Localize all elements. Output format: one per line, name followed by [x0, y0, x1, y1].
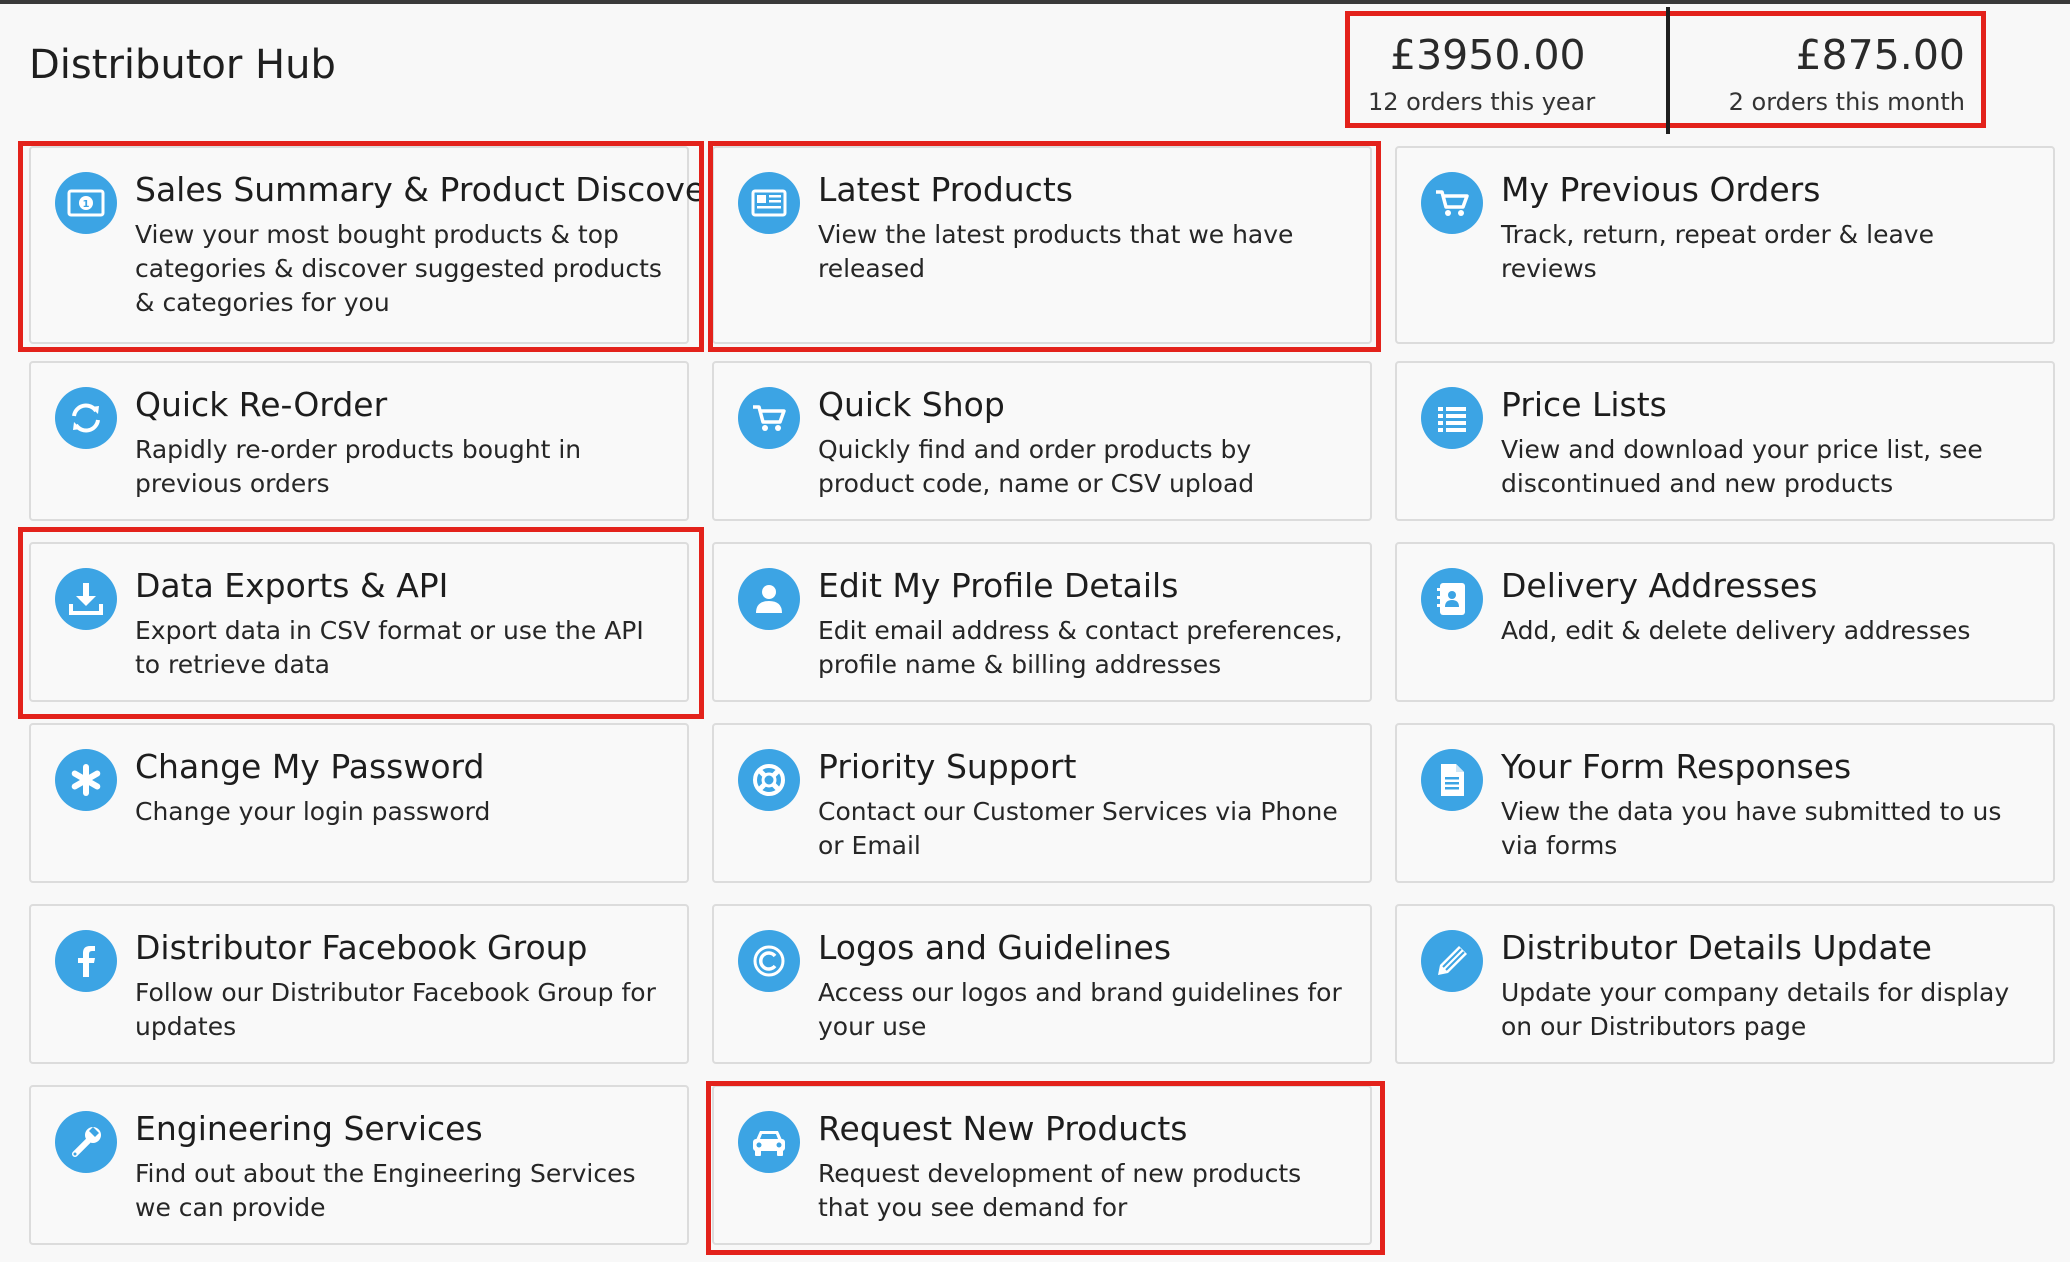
card-delivery-addresses[interactable]: Delivery Addresses Add, edit & delete de…	[1395, 542, 2055, 702]
order-stats: £3950.00 12 orders this year £875.00 2 o…	[1345, 7, 1986, 134]
card-logos-guidelines[interactable]: Logos and Guidelines Access our logos an…	[712, 904, 1372, 1064]
card-description: Access our logos and brand guidelines fo…	[818, 978, 1342, 1041]
card-quick-reorder[interactable]: Quick Re-Order Rapidly re-order products…	[29, 361, 689, 521]
card-description: Request development of new products that…	[818, 1159, 1302, 1222]
card-title: Change My Password	[135, 747, 485, 786]
card-description: View your most bought products & top cat…	[135, 220, 662, 317]
card-description: View and download your price list, see d…	[1501, 435, 1983, 498]
address-book-icon	[1421, 568, 1483, 630]
stat-year: £3950.00 12 orders this year	[1350, 16, 1670, 123]
wrench-icon	[55, 1111, 117, 1173]
card-title: Edit My Profile Details	[818, 566, 1179, 605]
card-title: Data Exports & API	[135, 566, 449, 605]
card-title: Delivery Addresses	[1501, 566, 1818, 605]
card-data-exports[interactable]: Data Exports & API Export data in CSV fo…	[29, 542, 689, 702]
card-change-password[interactable]: Change My Password Change your login pas…	[29, 723, 689, 883]
money-icon: 1	[55, 172, 117, 234]
card-title: Distributor Facebook Group	[135, 928, 588, 967]
card-description: Quickly find and order products by produ…	[818, 435, 1255, 498]
stat-month-label: 2 orders this month	[1728, 88, 1965, 116]
card-description: Follow our Distributor Facebook Group fo…	[135, 978, 656, 1041]
card-description: View the latest products that we have re…	[818, 220, 1294, 283]
card-title: Priority Support	[818, 747, 1077, 786]
card-title: Price Lists	[1501, 385, 1667, 424]
card-title: Quick Re-Order	[135, 385, 388, 424]
cart-icon	[738, 387, 800, 449]
card-edit-profile[interactable]: Edit My Profile Details Edit email addre…	[712, 542, 1372, 702]
user-icon	[738, 568, 800, 630]
card-title: Your Form Responses	[1501, 747, 1852, 786]
document-icon	[1421, 749, 1483, 811]
card-description: Change your login password	[135, 797, 491, 826]
page-title: Distributor Hub	[29, 42, 336, 88]
card-title: Quick Shop	[818, 385, 1005, 424]
stat-month: £875.00 2 orders this month	[1670, 16, 1981, 123]
card-previous-orders[interactable]: My Previous Orders Track, return, repeat…	[1395, 146, 2055, 344]
top-border	[0, 0, 2070, 4]
card-form-responses[interactable]: Your Form Responses View the data you ha…	[1395, 723, 2055, 883]
card-request-new-products[interactable]: Request New Products Request development…	[712, 1085, 1372, 1245]
list-icon	[1421, 387, 1483, 449]
card-description: Edit email address & contact preferences…	[818, 616, 1343, 679]
newspaper-icon	[738, 172, 800, 234]
card-sales-summary[interactable]: 1 Sales Summary & Product Discovery View…	[29, 146, 739, 344]
card-facebook-group[interactable]: Distributor Facebook Group Follow our Di…	[29, 904, 689, 1064]
card-engineering-services[interactable]: Engineering Services Find out about the …	[29, 1085, 689, 1245]
card-price-lists[interactable]: Price Lists View and download your price…	[1395, 361, 2055, 521]
card-title: Engineering Services	[135, 1109, 483, 1148]
card-title: Sales Summary & Product Discovery	[135, 170, 739, 209]
card-priority-support[interactable]: Priority Support Contact our Customer Se…	[712, 723, 1372, 883]
stat-year-label: 12 orders this year	[1368, 88, 1596, 116]
lifebuoy-icon	[738, 749, 800, 811]
card-description: Rapidly re-order products bought in prev…	[135, 435, 582, 498]
copyright-icon	[738, 930, 800, 992]
card-title: Logos and Guidelines	[818, 928, 1172, 967]
card-description: Add, edit & delete delivery addresses	[1501, 616, 1971, 645]
card-description: Update your company details for display …	[1501, 978, 2010, 1041]
card-distributor-details[interactable]: Distributor Details Update Update your c…	[1395, 904, 2055, 1064]
asterisk-icon	[55, 749, 117, 811]
stat-month-amount: £875.00	[1795, 31, 1965, 79]
card-title: My Previous Orders	[1501, 170, 1821, 209]
facebook-icon	[55, 930, 117, 992]
download-icon	[55, 568, 117, 630]
refresh-icon	[55, 387, 117, 449]
card-description: Find out about the Engineering Services …	[135, 1159, 636, 1222]
pencil-icon	[1421, 930, 1483, 992]
card-description: Track, return, repeat order & leave revi…	[1501, 220, 1934, 283]
card-title: Latest Products	[818, 170, 1073, 209]
card-description: Export data in CSV format or use the API…	[135, 616, 644, 679]
cart-icon	[1421, 172, 1483, 234]
card-title: Request New Products	[818, 1109, 1188, 1148]
card-title: Distributor Details Update	[1501, 928, 1932, 967]
car-icon	[738, 1111, 800, 1173]
card-description: View the data you have submitted to us v…	[1501, 797, 2002, 860]
card-description: Contact our Customer Services via Phone …	[818, 797, 1338, 860]
svg-text:1: 1	[83, 199, 90, 210]
card-latest-products[interactable]: Latest Products View the latest products…	[712, 146, 1372, 344]
card-quick-shop[interactable]: Quick Shop Quickly find and order produc…	[712, 361, 1372, 521]
stat-year-amount: £3950.00	[1390, 31, 1586, 79]
